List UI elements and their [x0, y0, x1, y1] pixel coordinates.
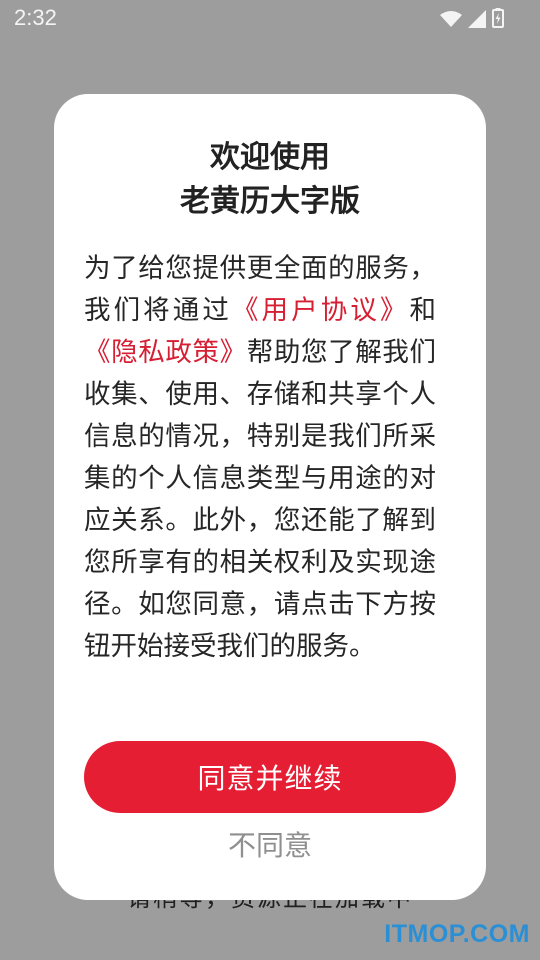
- cellular-signal-icon: [468, 10, 486, 28]
- privacy-dialog: 欢迎使用 老黄历大字版 为了给您提供更全面的服务，我们将通过《用户协议》和《隐私…: [54, 94, 486, 900]
- disagree-button[interactable]: 不同意: [54, 824, 486, 868]
- dialog-title-line2: 老黄历大字版: [180, 184, 360, 219]
- wifi-icon: [440, 11, 462, 27]
- dialog-title: 欢迎使用 老黄历大字版: [54, 136, 486, 224]
- battery-icon: [492, 8, 504, 28]
- watermark: ITMOP.COM: [384, 920, 530, 948]
- status-time: 2:32: [14, 5, 57, 30]
- dialog-body: 为了给您提供更全面的服务，我们将通过《用户协议》和《隐私政策》帮助您了解我们收集…: [84, 248, 436, 668]
- dialog-title-line1: 欢迎使用: [210, 140, 330, 175]
- body-text-and: 和: [409, 295, 437, 326]
- body-text-details: 帮助您了解我们收集、使用、存储和共享个人信息的情况，特别是我们所采集的个人信息类…: [84, 337, 436, 662]
- status-icons: [440, 8, 504, 28]
- privacy-policy-link[interactable]: 《隐私政策》: [84, 337, 247, 368]
- status-bar: 2:32: [0, 0, 540, 38]
- agree-continue-button[interactable]: 同意并继续: [84, 741, 456, 813]
- user-agreement-link[interactable]: 《用户协议》: [232, 295, 410, 326]
